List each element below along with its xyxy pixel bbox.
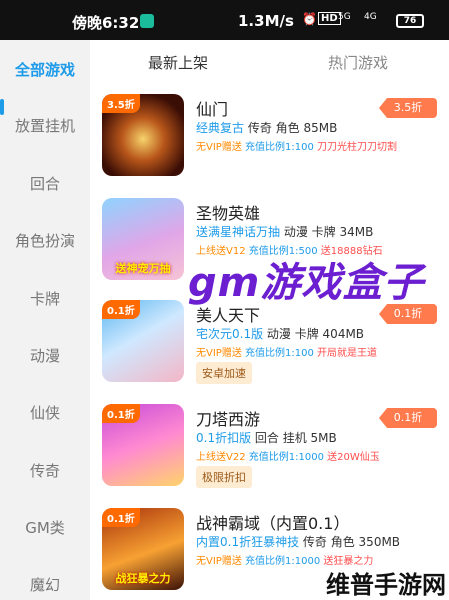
thumb-badge: 0.1折 — [102, 508, 140, 527]
game-name: 仙门 — [196, 100, 229, 119]
active-indicator — [0, 99, 4, 115]
game-thumbnail: 0.1折 — [102, 404, 184, 486]
game-tags: 内置0.1折狂暴神技 传奇 角色 350MB — [196, 535, 401, 549]
game-promo: 无VIP赠送 充值比例1:100 开局就是王道 — [196, 348, 378, 359]
game-tags: 0.1折扣版 回合 挂机 5MB — [196, 431, 337, 445]
android-boost-button[interactable]: 安卓加速 — [196, 362, 252, 384]
network-speed: 1.3M/s — [238, 12, 294, 30]
sidebar-item-all[interactable]: 全部游戏 — [0, 59, 90, 80]
thumb-badge: 0.1折 — [102, 404, 140, 423]
thumb-badge: 3.5折 — [102, 94, 140, 113]
signal-5g-icon: 5G — [338, 12, 351, 22]
sidebar-item-gm[interactable]: GM类 — [0, 517, 90, 538]
signal-4g-icon: 4G — [364, 12, 377, 22]
tab-hot[interactable]: 热门游戏 — [328, 52, 388, 73]
tab-bar: 最新上架 热门游戏 — [90, 40, 449, 84]
game-promo: 上线送V22 充值比例1:1000 送20W仙玉 — [196, 452, 380, 463]
game-thumbnail: 3.5折 — [102, 94, 184, 176]
discount-badge: 0.1折 — [379, 408, 437, 428]
game-item[interactable]: 0.1折 刀塔西游 0.1折扣版 回合 挂机 5MB 上线送V22 充值比例1:… — [90, 404, 449, 504]
extreme-discount-button[interactable]: 极限折扣 — [196, 466, 252, 488]
game-tags: 送满星神话万抽 动漫 卡牌 34MB — [196, 225, 374, 239]
game-thumbnail: 0.1折 — [102, 300, 184, 382]
battery-icon: 76 — [396, 14, 424, 28]
game-tags: 经典复古 传奇 角色 85MB — [196, 121, 338, 135]
game-name: 刀塔西游 — [196, 410, 261, 429]
game-name: 圣物英雄 — [196, 204, 261, 223]
watermark-overlay: gm游戏盒子 — [188, 260, 425, 306]
thumb-label: 送神宠万抽 — [115, 262, 171, 275]
sidebar-item-turn-based[interactable]: 回合 — [0, 173, 90, 194]
game-tags: 宅次元0.1版 动漫 卡牌 404MB — [196, 327, 365, 341]
sidebar-item-rpg[interactable]: 角色扮演 — [0, 230, 90, 251]
game-item[interactable]: 3.5折 仙门 经典复古 传奇 角色 85MB 无VIP赠送 充值比例1:100… — [90, 94, 449, 194]
sidebar-item-legend[interactable]: 传奇 — [0, 460, 90, 481]
game-item[interactable]: 0.1折 美人天下 宅次元0.1版 动漫 卡牌 404MB 无VIP赠送 充值比… — [90, 300, 449, 400]
status-bar: 傍晚6:32 1.3M/s ⏰ HD 5G 4G 76 — [0, 0, 449, 40]
discount-badge: 3.5折 — [379, 98, 437, 118]
alarm-icon: ⏰ — [302, 12, 317, 26]
sidebar-item-idle[interactable]: 放置挂机 — [0, 115, 90, 136]
sidebar-item-card[interactable]: 卡牌 — [0, 288, 90, 309]
sidebar-item-anime[interactable]: 动漫 — [0, 345, 90, 366]
game-promo: 无VIP赠送 充值比例1:100 刀刀光柱刀刀切割 — [196, 142, 398, 153]
game-name: 战神霸域（内置0.1） — [196, 514, 350, 533]
status-time: 傍晚6:32 — [72, 14, 140, 32]
category-sidebar: 全部游戏 放置挂机 回合 角色扮演 卡牌 动漫 仙侠 传奇 GM类 魔幻 — [0, 40, 90, 600]
tab-newest[interactable]: 最新上架 — [148, 52, 208, 73]
sidebar-item-xianxia[interactable]: 仙侠 — [0, 402, 90, 423]
game-thumbnail: 0.1折 战狂暴之力 — [102, 508, 184, 590]
shield-icon — [140, 14, 154, 28]
thumb-label: 战狂暴之力 — [115, 572, 171, 585]
game-thumbnail: 送神宠万抽 — [102, 198, 184, 280]
corner-watermark: 维普手游网 — [326, 571, 446, 599]
sidebar-item-fantasy[interactable]: 魔幻 — [0, 574, 90, 595]
thumb-badge: 0.1折 — [102, 300, 140, 319]
